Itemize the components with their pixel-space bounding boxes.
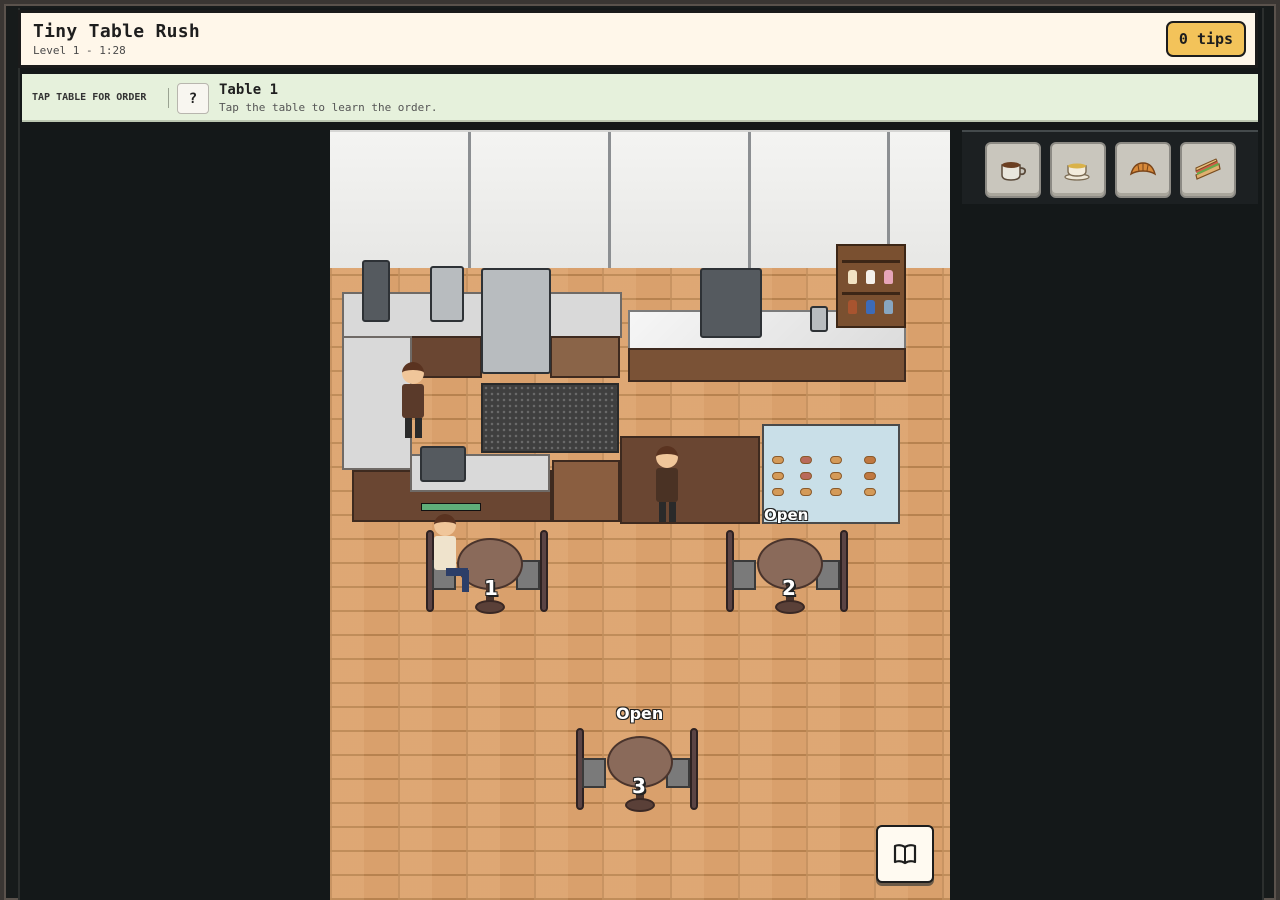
cash-register bbox=[420, 446, 466, 482]
croissant-icon bbox=[1129, 162, 1157, 176]
item-slot-tea[interactable] bbox=[1050, 142, 1106, 198]
counter-front bbox=[628, 348, 906, 382]
recipe-book-button[interactable] bbox=[876, 825, 934, 883]
tips-badge: 0 tips bbox=[1166, 21, 1246, 57]
display-case-status: Open bbox=[764, 506, 809, 524]
espresso-oven bbox=[481, 268, 551, 374]
window-post bbox=[468, 132, 471, 272]
table-3-status: Open bbox=[616, 704, 664, 723]
customer-patience-bar bbox=[421, 503, 481, 511]
header-bar: Tiny Table Rush Level 1 - 1:28 0 tips bbox=[18, 10, 1258, 68]
hint-label: TAP TABLE FOR ORDER bbox=[32, 92, 147, 103]
patience-fill bbox=[422, 504, 480, 510]
chair bbox=[726, 530, 756, 612]
grinder-machine bbox=[362, 260, 390, 322]
cup-dispenser bbox=[810, 306, 828, 332]
hint-bar: TAP TABLE FOR ORDER ? Table 1 Tap the ta… bbox=[22, 74, 1258, 122]
window-post bbox=[608, 132, 611, 272]
front-counter-right bbox=[620, 436, 760, 524]
coffee-icon bbox=[1001, 162, 1027, 181]
chair bbox=[576, 728, 606, 810]
book-icon bbox=[893, 844, 917, 865]
item-slot-sandwich[interactable] bbox=[1180, 142, 1236, 198]
floor-mat bbox=[481, 383, 619, 453]
item-slot-croissant[interactable] bbox=[1115, 142, 1171, 198]
hint-divider bbox=[168, 88, 169, 108]
hint-title: Table 1 bbox=[219, 82, 279, 98]
table-number: 3 bbox=[632, 774, 646, 798]
window-post bbox=[748, 132, 751, 272]
table-number: 1 bbox=[484, 576, 498, 600]
drawers bbox=[550, 336, 620, 378]
coffee-machine bbox=[700, 268, 762, 338]
table-number: 2 bbox=[782, 576, 796, 600]
tea-icon bbox=[1064, 163, 1090, 181]
sandwich-icon bbox=[1195, 158, 1221, 180]
brewer-machine bbox=[430, 266, 464, 322]
items-panel bbox=[962, 130, 1258, 204]
help-button[interactable]: ? bbox=[177, 83, 209, 114]
bottle-shelf bbox=[836, 244, 906, 328]
game-title: Tiny Table Rush bbox=[33, 21, 201, 42]
counter-stool bbox=[552, 460, 620, 522]
item-slot-coffee[interactable] bbox=[985, 142, 1041, 198]
cafe-scene: Open 1 2 3 Open bbox=[330, 130, 950, 900]
hint-description: Tap the table to learn the order. bbox=[219, 101, 438, 114]
level-timer: Level 1 - 1:28 bbox=[33, 44, 126, 57]
